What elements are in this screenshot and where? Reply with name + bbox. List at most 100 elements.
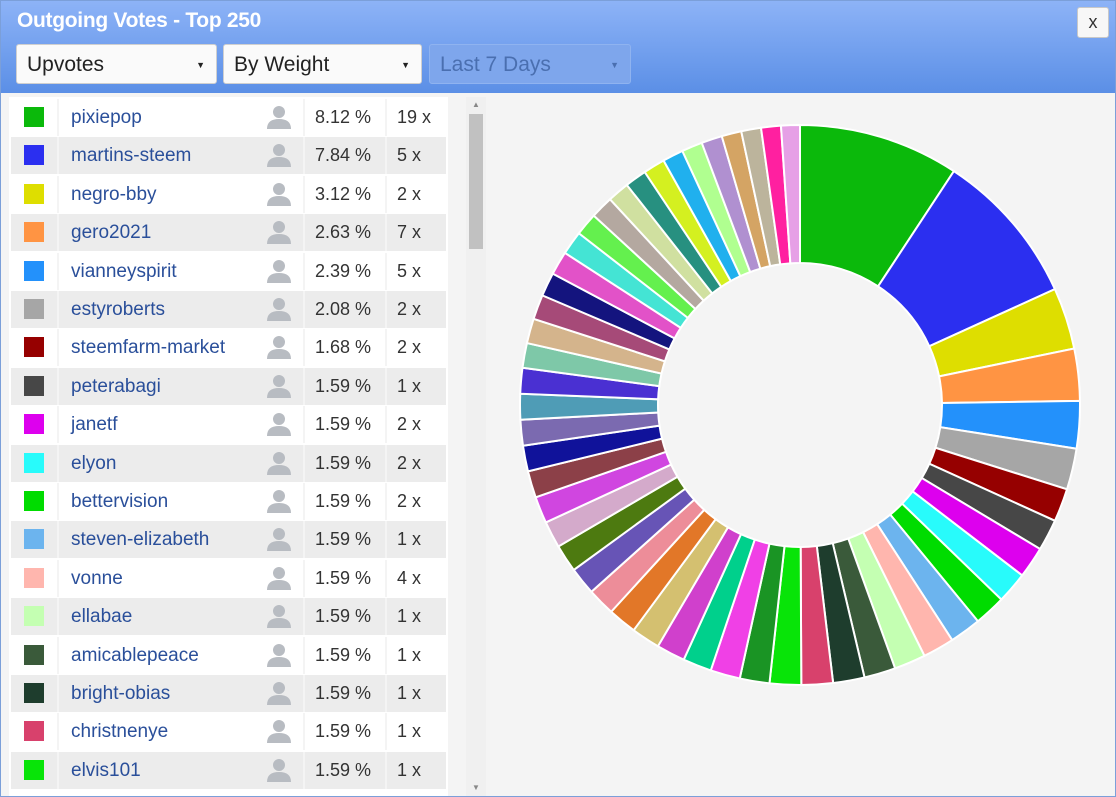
vote-row[interactable]: janetf 1.59 % 2 x bbox=[11, 406, 446, 443]
vote-row[interactable]: vianneyspirit 2.39 % 5 x bbox=[11, 253, 446, 290]
color-swatch bbox=[24, 760, 44, 780]
vote-count: 5 x bbox=[397, 145, 422, 165]
vote-row[interactable]: elyon 1.59 % 2 x bbox=[11, 445, 446, 482]
vote-percentage: 1.68 % bbox=[315, 337, 372, 357]
user-profile-icon[interactable] bbox=[266, 604, 292, 628]
vote-type-select[interactable]: Upvotes ▼ bbox=[16, 44, 217, 84]
vote-count: 7 x bbox=[397, 222, 422, 242]
vote-percentage: 1.59 % bbox=[315, 376, 372, 396]
account-link[interactable]: vianneyspirit bbox=[71, 253, 177, 290]
vote-count: 4 x bbox=[397, 568, 422, 588]
account-link[interactable]: steemfarm-market bbox=[71, 329, 225, 366]
vote-row[interactable]: steven-elizabeth 1.59 % 1 x bbox=[11, 521, 446, 558]
user-profile-icon[interactable] bbox=[266, 143, 292, 167]
scroll-down-arrow-icon[interactable]: ▼ bbox=[466, 780, 486, 796]
vote-row[interactable]: christnenye 1.59 % 1 x bbox=[11, 713, 446, 750]
user-profile-icon[interactable] bbox=[266, 451, 292, 475]
color-swatch bbox=[24, 337, 44, 357]
account-link[interactable]: bettervision bbox=[71, 483, 168, 520]
scroll-thumb[interactable] bbox=[469, 114, 483, 249]
vote-row[interactable]: bright-obias 1.59 % 1 x bbox=[11, 675, 446, 712]
user-profile-icon[interactable] bbox=[266, 105, 292, 129]
color-swatch bbox=[24, 107, 44, 127]
user-profile-icon[interactable] bbox=[266, 335, 292, 359]
list-scrollbar[interactable]: ▲ ▼ bbox=[466, 97, 486, 796]
vote-count: 2 x bbox=[397, 184, 422, 204]
user-profile-icon[interactable] bbox=[266, 297, 292, 321]
sort-by-value: By Weight bbox=[234, 53, 330, 76]
vote-count: 19 x bbox=[397, 107, 432, 127]
color-swatch bbox=[24, 453, 44, 473]
vote-row[interactable]: amicablepeace 1.59 % 1 x bbox=[11, 637, 446, 674]
account-link[interactable]: gero2021 bbox=[71, 214, 151, 251]
vote-percentage: 1.59 % bbox=[315, 721, 372, 741]
account-link[interactable]: estyroberts bbox=[71, 291, 165, 328]
color-swatch bbox=[24, 491, 44, 511]
vote-count: 2 x bbox=[397, 299, 422, 319]
account-link[interactable]: amicablepeace bbox=[71, 637, 199, 674]
color-swatch bbox=[24, 568, 44, 588]
vote-percentage: 2.08 % bbox=[315, 299, 372, 319]
vote-row[interactable]: estyroberts 2.08 % 2 x bbox=[11, 291, 446, 328]
vote-row[interactable]: pixiepop 8.12 % 19 x bbox=[11, 99, 446, 136]
account-link[interactable]: christnenye bbox=[71, 713, 168, 750]
account-link[interactable]: bright-obias bbox=[71, 675, 170, 712]
color-swatch bbox=[24, 222, 44, 242]
user-profile-icon[interactable] bbox=[266, 412, 292, 436]
close-button[interactable]: x bbox=[1077, 7, 1109, 38]
color-swatch bbox=[24, 683, 44, 703]
user-profile-icon[interactable] bbox=[266, 758, 292, 782]
sort-by-select[interactable]: By Weight ▼ bbox=[223, 44, 422, 84]
vote-row[interactable]: elvis101 1.59 % 1 x bbox=[11, 752, 446, 789]
dropdown-arrow-icon: ▼ bbox=[196, 60, 205, 70]
user-profile-icon[interactable] bbox=[266, 182, 292, 206]
account-link[interactable]: steven-elizabeth bbox=[71, 521, 209, 558]
user-profile-icon[interactable] bbox=[266, 527, 292, 551]
account-link[interactable]: vonne bbox=[71, 560, 123, 597]
vote-weight-chart bbox=[487, 95, 1115, 796]
vote-row[interactable]: gero2021 2.63 % 7 x bbox=[11, 214, 446, 251]
vote-row[interactable]: peterabagi 1.59 % 1 x bbox=[11, 368, 446, 405]
account-link[interactable]: elyon bbox=[71, 445, 116, 482]
account-link[interactable]: negro-bby bbox=[71, 176, 157, 213]
vote-type-value: Upvotes bbox=[27, 53, 105, 76]
vote-percentage: 1.59 % bbox=[315, 491, 372, 511]
vote-row[interactable]: martins-steem 7.84 % 5 x bbox=[11, 137, 446, 174]
dropdown-arrow-icon: ▼ bbox=[610, 60, 619, 70]
user-profile-icon[interactable] bbox=[266, 566, 292, 590]
user-profile-icon[interactable] bbox=[266, 489, 292, 513]
user-profile-icon[interactable] bbox=[266, 643, 292, 667]
account-link[interactable]: martins-steem bbox=[71, 137, 191, 174]
account-link[interactable]: pixiepop bbox=[71, 99, 142, 136]
vote-count: 2 x bbox=[397, 414, 422, 434]
outgoing-votes-window: Outgoing Votes - Top 250 x Upvotes ▼ By … bbox=[0, 0, 1116, 797]
vote-row[interactable]: vonne 1.59 % 4 x bbox=[11, 560, 446, 597]
vote-row[interactable]: ellabae 1.59 % 1 x bbox=[11, 598, 446, 635]
window-title: Outgoing Votes - Top 250 bbox=[17, 9, 262, 32]
color-swatch bbox=[24, 606, 44, 626]
vote-count: 2 x bbox=[397, 453, 422, 473]
vote-count: 2 x bbox=[397, 337, 422, 357]
account-link[interactable]: ellabae bbox=[71, 598, 132, 635]
user-profile-icon[interactable] bbox=[266, 719, 292, 743]
account-link[interactable]: peterabagi bbox=[71, 368, 161, 405]
vote-percentage: 2.63 % bbox=[315, 222, 372, 242]
vote-row[interactable]: steemfarm-market 1.68 % 2 x bbox=[11, 329, 446, 366]
color-swatch bbox=[24, 645, 44, 665]
vote-row[interactable]: negro-bby 3.12 % 2 x bbox=[11, 176, 446, 213]
vote-percentage: 8.12 % bbox=[315, 107, 372, 127]
user-profile-icon[interactable] bbox=[266, 220, 292, 244]
vote-count: 1 x bbox=[397, 683, 422, 703]
scroll-up-arrow-icon[interactable]: ▲ bbox=[466, 97, 486, 113]
user-profile-icon[interactable] bbox=[266, 681, 292, 705]
user-profile-icon[interactable] bbox=[266, 259, 292, 283]
dropdown-arrow-icon: ▼ bbox=[401, 60, 410, 70]
account-link[interactable]: elvis101 bbox=[71, 752, 141, 789]
color-swatch bbox=[24, 414, 44, 434]
donut-chart bbox=[519, 123, 1081, 687]
account-link[interactable]: janetf bbox=[71, 406, 117, 443]
color-swatch bbox=[24, 721, 44, 741]
vote-row[interactable]: bettervision 1.59 % 2 x bbox=[11, 483, 446, 520]
period-select[interactable]: Last 7 Days ▼ bbox=[429, 44, 631, 84]
user-profile-icon[interactable] bbox=[266, 374, 292, 398]
